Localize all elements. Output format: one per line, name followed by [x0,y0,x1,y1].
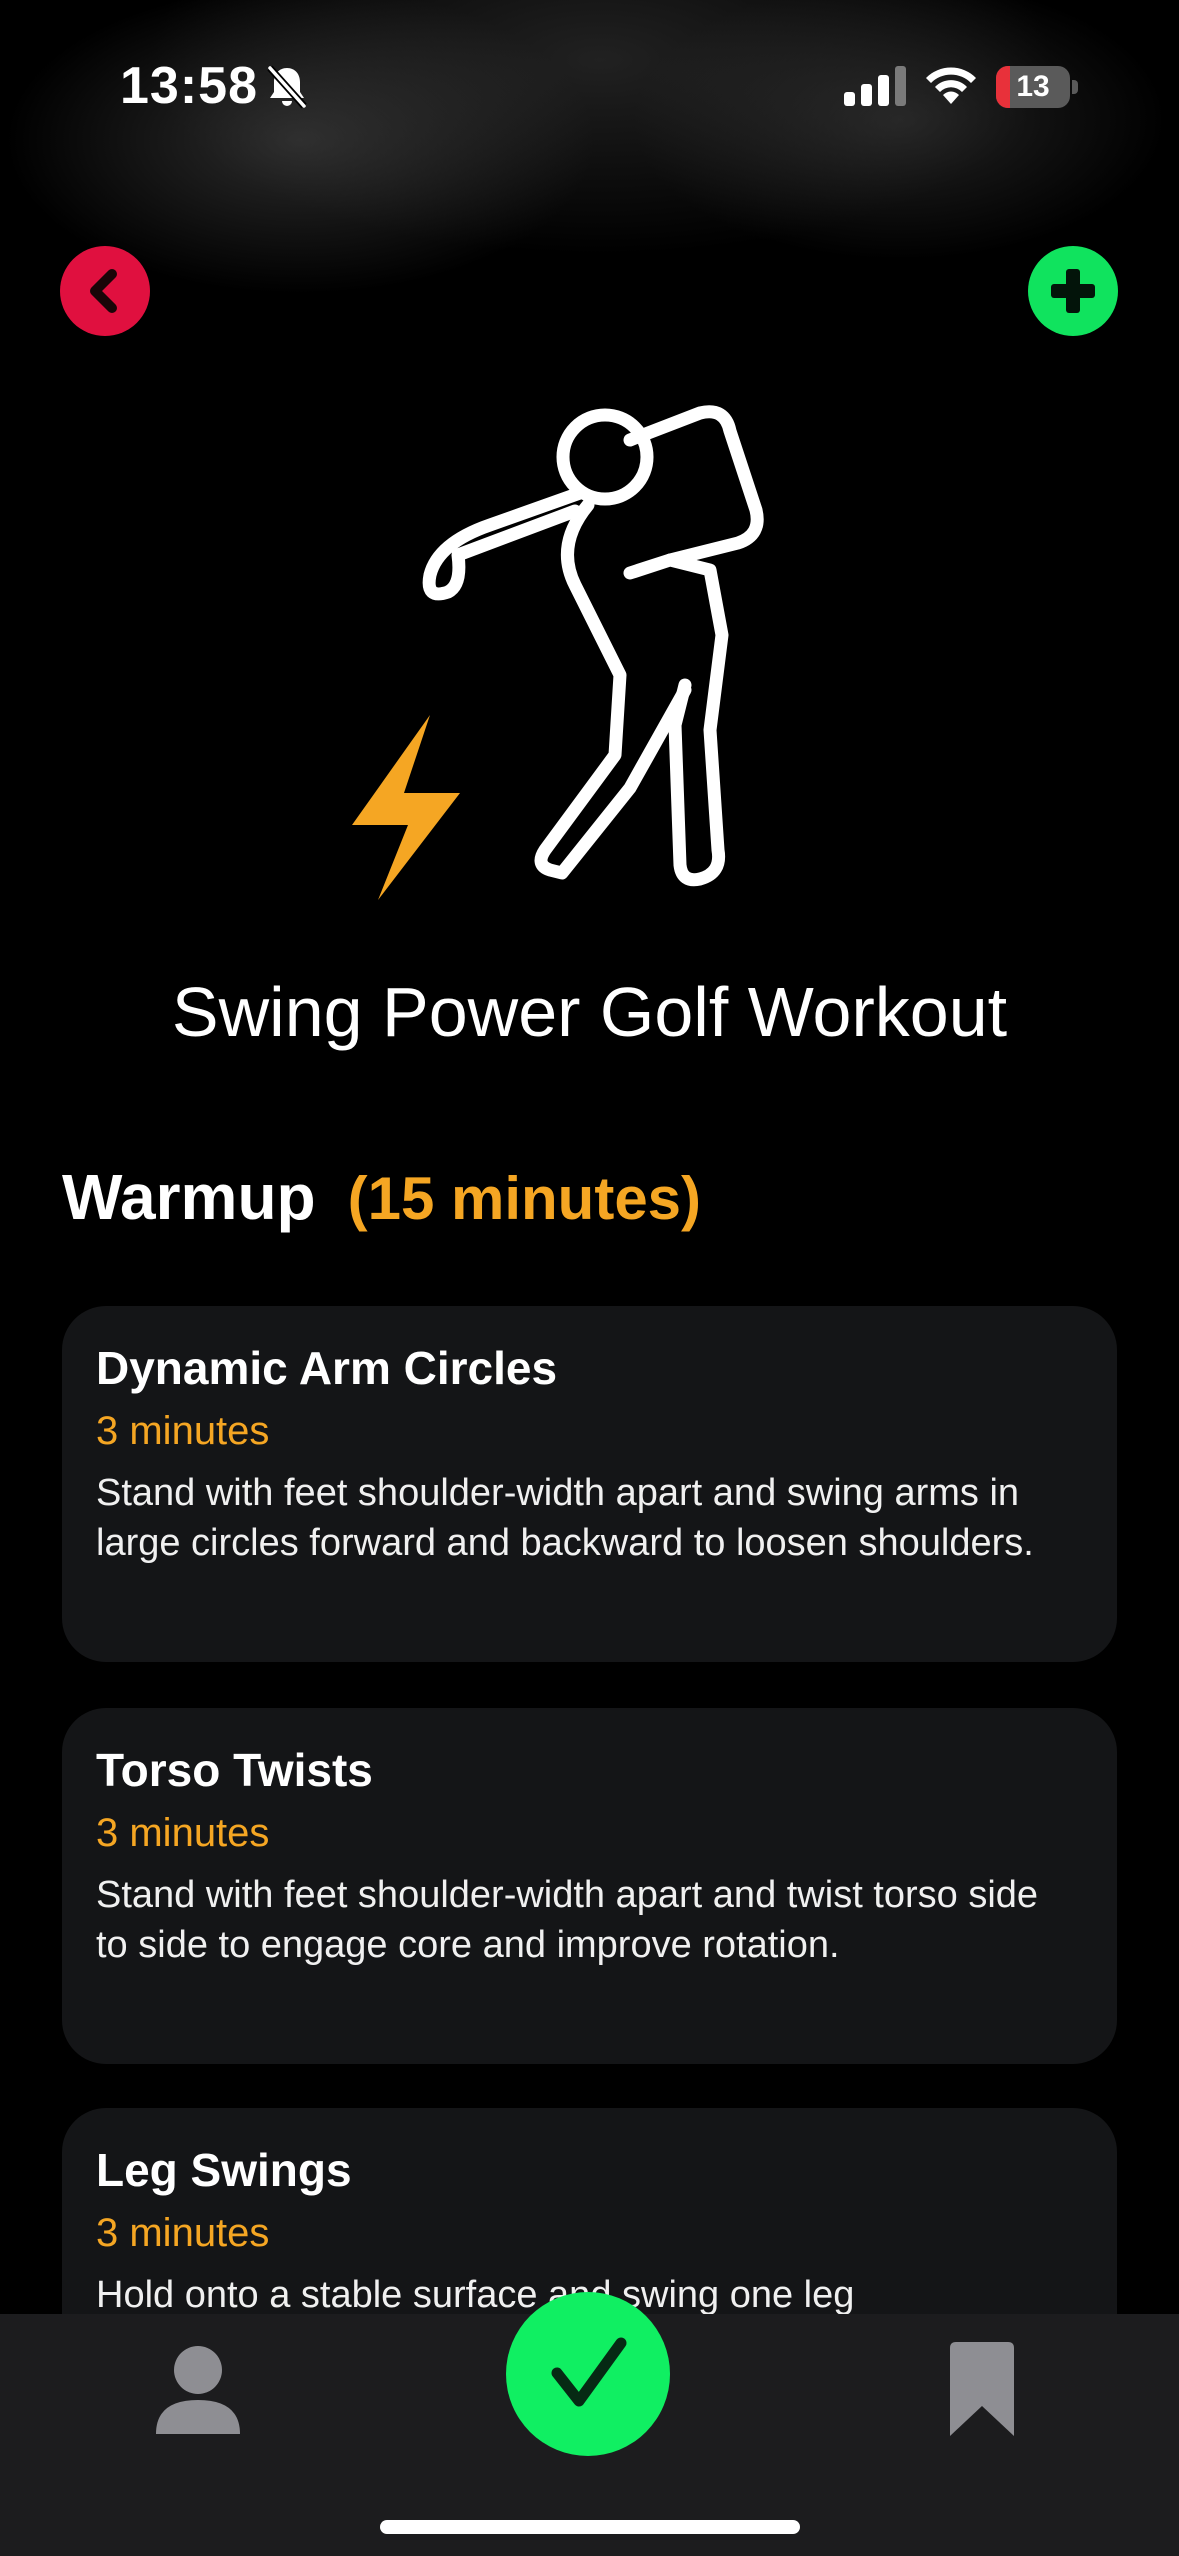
workout-illustration [330,395,790,915]
cellular-signal-icon [844,66,908,111]
exercise-title: Torso Twists [96,1744,373,1796]
home-indicator [380,2520,800,2534]
wifi-icon [922,62,980,111]
section-header: Warmup (15 minutes) [62,1160,701,1240]
bookmark-icon [950,2342,1014,2436]
tab-profile[interactable] [148,2340,248,2440]
person-icon [156,2346,240,2434]
lightning-bolt-icon [352,715,460,900]
exercise-title: Dynamic Arm Circles [96,1342,558,1394]
checkmark-icon [551,2337,627,2407]
battery-icon: 13 [996,66,1078,108]
exercise-card[interactable]: Dynamic Arm Circles 3 minutes Stand with… [62,1306,1117,1662]
exercise-description: Stand with feet shoulder-width apart and… [96,1472,1034,1564]
golfer-icon [422,405,764,887]
workout-title: Swing Power Golf Workout [171,973,1008,1051]
battery-level: 13 [1016,70,1050,103]
plus-icon [1051,269,1095,313]
exercise-duration: 3 minutes [96,2211,270,2255]
exercise-card[interactable]: Torso Twists 3 minutes Stand with feet s… [62,1708,1117,2064]
exercise-description: Stand with feet shoulder-width apart and… [96,1874,1039,1966]
exercise-title: Leg Swings [96,2144,352,2196]
exercise-duration: 3 minutes [96,1409,270,1453]
chevron-left-icon [90,269,117,313]
complete-workout-button[interactable] [506,2292,670,2456]
tab-bookmark[interactable] [932,2340,1032,2440]
bell-slash-icon [262,62,312,117]
status-bar: 13:58 13 [0,0,1179,170]
back-button[interactable] [60,246,150,336]
status-time: 13:58 [120,57,258,115]
section-duration: (15 minutes) [347,1165,702,1232]
exercise-duration: 3 minutes [96,1811,270,1855]
add-button[interactable] [1028,246,1118,336]
section-title: Warmup [62,1161,316,1233]
